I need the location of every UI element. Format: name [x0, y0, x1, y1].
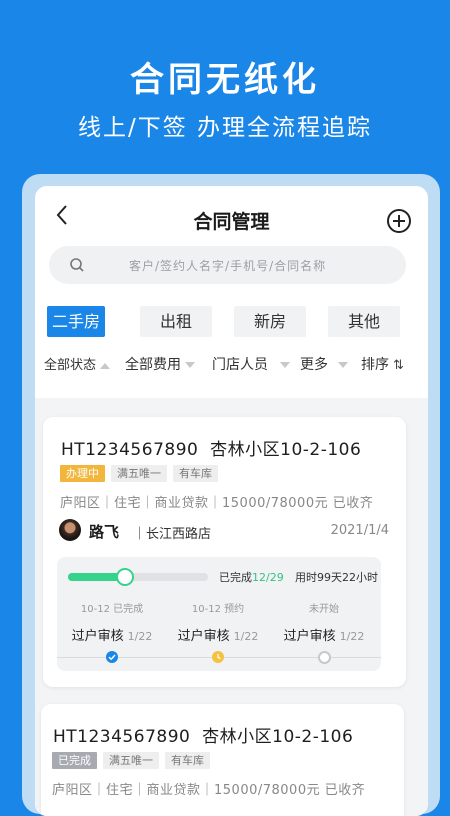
filter-bar: 全部状态 全部费用 门店人员 更多 排序 ⇅	[35, 354, 428, 384]
nav-bar: 合同管理	[35, 186, 428, 246]
caret-up-icon	[100, 362, 111, 369]
progress-done-label: 已完成	[219, 571, 252, 584]
filter-status[interactable]: 全部状态	[44, 354, 111, 373]
step-name-label: 过户审核	[283, 629, 336, 644]
caret-down-icon	[280, 362, 290, 368]
progress-panel: 已完成12/29 用时99天22小时 10-12 已完成 过户审核 1/22 10…	[57, 557, 381, 671]
page-title: 合同管理	[193, 211, 270, 233]
step-name: 过户审核 1/22	[163, 625, 273, 644]
filter-store-staff-label: 门店人员	[212, 357, 268, 373]
tag: 满五唯一	[103, 752, 159, 769]
contract-meta: 庐阳区｜住宅｜商业贷款｜15000/78000元 已收齐	[60, 496, 374, 511]
sort-icon: ⇅	[393, 358, 404, 373]
step-name: 过户审核 1/22	[269, 625, 379, 644]
search-placeholder: 客户/签约人名字/手机号/合同名称	[129, 259, 327, 273]
caret-down-icon	[338, 362, 348, 368]
contract-list: HT1234567890 杏林小区10-2-106 办理中 满五唯一 有车库 庐阳区…	[35, 398, 428, 816]
progress-bar	[68, 568, 208, 586]
agent-store: ｜长江西路店	[133, 527, 212, 542]
filter-more-label: 更多	[300, 357, 328, 373]
progress-bar-knob	[116, 568, 135, 586]
filter-sort-label: 排序	[361, 357, 389, 373]
tab-other[interactable]: 其他	[328, 306, 400, 337]
progress-done-count: 12/29	[252, 571, 284, 584]
contract-code: HT1234567890	[53, 727, 191, 747]
progress-elapsed: 用时99天22小时	[295, 571, 378, 584]
tag: 有车库	[173, 465, 218, 482]
step-item: 未开始 过户审核 1/22	[269, 600, 379, 644]
agent-name: 路飞	[89, 523, 120, 541]
step-date: 未开始	[309, 604, 339, 615]
contract-title: HT1234567890 杏林小区10-2-106	[53, 722, 353, 747]
step-name: 过户审核 1/22	[57, 625, 167, 644]
tab-rent[interactable]: 出租	[140, 306, 212, 337]
tag: 满五唯一	[111, 465, 167, 482]
filter-sort[interactable]: 排序 ⇅	[361, 354, 404, 374]
filter-more[interactable]: 更多	[300, 354, 348, 374]
contract-tags: 办理中 满五唯一 有车库	[60, 462, 224, 482]
step-ratio: 1/22	[339, 630, 365, 643]
contract-title: HT1234567890 杏林小区10-2-106	[61, 435, 361, 460]
step-ratio: 1/22	[233, 630, 259, 643]
progress-done: 已完成12/29	[219, 569, 284, 585]
contract-meta: 庐阳区｜住宅｜商业贷款｜15000/78000元 已收齐	[52, 783, 366, 798]
step-name-label: 过户审核	[71, 629, 124, 644]
step-item: 10-12 已完成 过户审核 1/22	[57, 600, 167, 644]
search-icon	[70, 258, 84, 272]
contract-name: 杏林小区10-2-106	[210, 440, 362, 460]
step-date: 10-12 已完成	[80, 604, 144, 615]
contract-date: 2021/1/4	[330, 523, 389, 538]
tab-new-house[interactable]: 新房	[234, 306, 306, 337]
step-ratio: 1/22	[127, 630, 153, 643]
tag: 有车库	[165, 752, 210, 769]
search-input[interactable]: 客户/签约人名字/手机号/合同名称	[49, 246, 406, 284]
hero-subtitle: 线上/下签 办理全流程追踪	[77, 115, 373, 141]
step-date: 10-12 预约	[191, 604, 245, 615]
phone-screen: 合同管理 客户/签约人名字/手机号/合同名称 二手房 出租 新房 其他 全部状态…	[35, 186, 428, 816]
plus-circle-icon[interactable]	[386, 208, 412, 234]
contract-code: HT1234567890	[61, 440, 199, 460]
contract-card[interactable]: HT1234567890 杏林小区10-2-106 办理中 满五唯一 有车库 庐阳区…	[43, 417, 406, 687]
step-item: 10-12 预约 过户审核 1/22	[163, 600, 273, 644]
step-name-label: 过户审核	[177, 629, 230, 644]
check-circle-icon	[106, 651, 118, 663]
filter-status-label: 全部状态	[44, 358, 97, 373]
caret-down-icon	[185, 362, 195, 368]
clock-icon	[212, 651, 224, 663]
agent-store-label: 长江西路店	[146, 527, 212, 542]
filter-store-staff[interactable]: 门店人员	[212, 354, 290, 374]
filter-fee[interactable]: 全部费用	[125, 354, 195, 374]
filter-fee-label: 全部费用	[125, 357, 181, 373]
agent-row: 路飞 ｜长江西路店 2021/1/4	[59, 519, 389, 543]
status-badge: 已完成	[52, 752, 97, 769]
tab-second-hand[interactable]: 二手房	[47, 306, 105, 337]
contract-name: 杏林小区10-2-106	[202, 727, 354, 747]
contract-tags: 已完成 满五唯一 有车库	[52, 749, 216, 769]
hero-title: 合同无纸化	[130, 60, 320, 100]
pending-circle-icon	[318, 651, 331, 664]
status-badge: 办理中	[60, 465, 105, 482]
avatar	[59, 519, 81, 541]
contract-card[interactable]: HT1234567890 杏林小区10-2-106 已完成 满五唯一 有车库 庐阳区…	[41, 704, 404, 816]
